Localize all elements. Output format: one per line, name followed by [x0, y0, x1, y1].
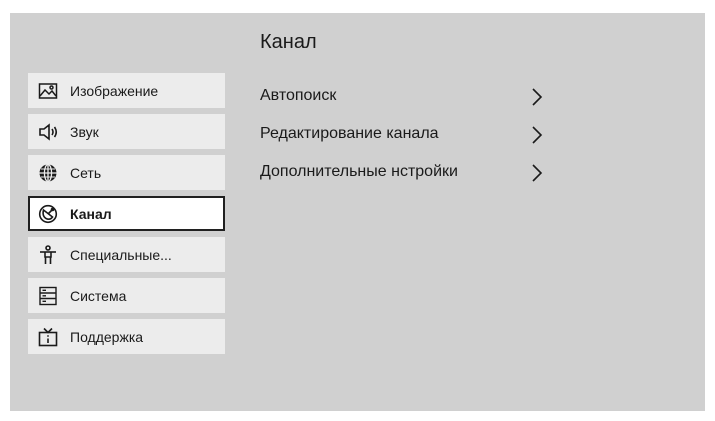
sidebar: Изображение Звук Сеть Канал Специальные.… [28, 73, 225, 360]
sidebar-item-label: Канал [70, 205, 112, 222]
accessibility-icon [38, 244, 58, 265]
picture-icon [38, 81, 58, 101]
sidebar-item-sound[interactable]: Звук [28, 114, 225, 149]
settings-screen: Канал Изображение Звук Сеть Канал Специа… [10, 13, 705, 411]
sidebar-item-channel[interactable]: Канал [28, 196, 225, 231]
sidebar-item-label: Сеть [70, 164, 102, 181]
menu-item-autosearch[interactable]: Автопоиск [260, 77, 550, 115]
sidebar-item-accessibility[interactable]: Специальные... [28, 237, 225, 272]
menu-item-advanced-settings[interactable]: Дополнительные нстройки [260, 153, 550, 191]
page-title: Канал [260, 31, 317, 53]
globe-icon [38, 163, 58, 183]
sidebar-item-system[interactable]: Система [28, 278, 225, 313]
chevron-right-icon [532, 164, 543, 182]
sidebar-item-label: Специальные... [70, 246, 172, 263]
sidebar-item-label: Звук [70, 123, 99, 140]
sidebar-item-label: Изображение [70, 82, 159, 99]
chevron-right-icon [532, 126, 543, 144]
menu-item-label: Дополнительные нстройки [260, 163, 458, 180]
chevron-right-icon [532, 88, 543, 106]
sidebar-item-network[interactable]: Сеть [28, 155, 225, 190]
antenna-dish-icon [38, 204, 58, 224]
system-icon [38, 286, 58, 306]
sidebar-item-picture[interactable]: Изображение [28, 73, 225, 108]
sidebar-item-support[interactable]: Поддержка [28, 319, 225, 354]
tv-info-icon [38, 327, 58, 347]
sidebar-item-label: Система [70, 287, 127, 304]
menu-item-channel-edit[interactable]: Редактирование канала [260, 115, 550, 153]
menu-item-label: Автопоиск [260, 87, 337, 104]
sidebar-item-label: Поддержка [70, 328, 144, 345]
menu-item-label: Редактирование канала [260, 125, 439, 142]
channel-menu: Автопоиск Редактирование канала Дополнит… [260, 77, 550, 191]
speaker-icon [38, 122, 58, 142]
